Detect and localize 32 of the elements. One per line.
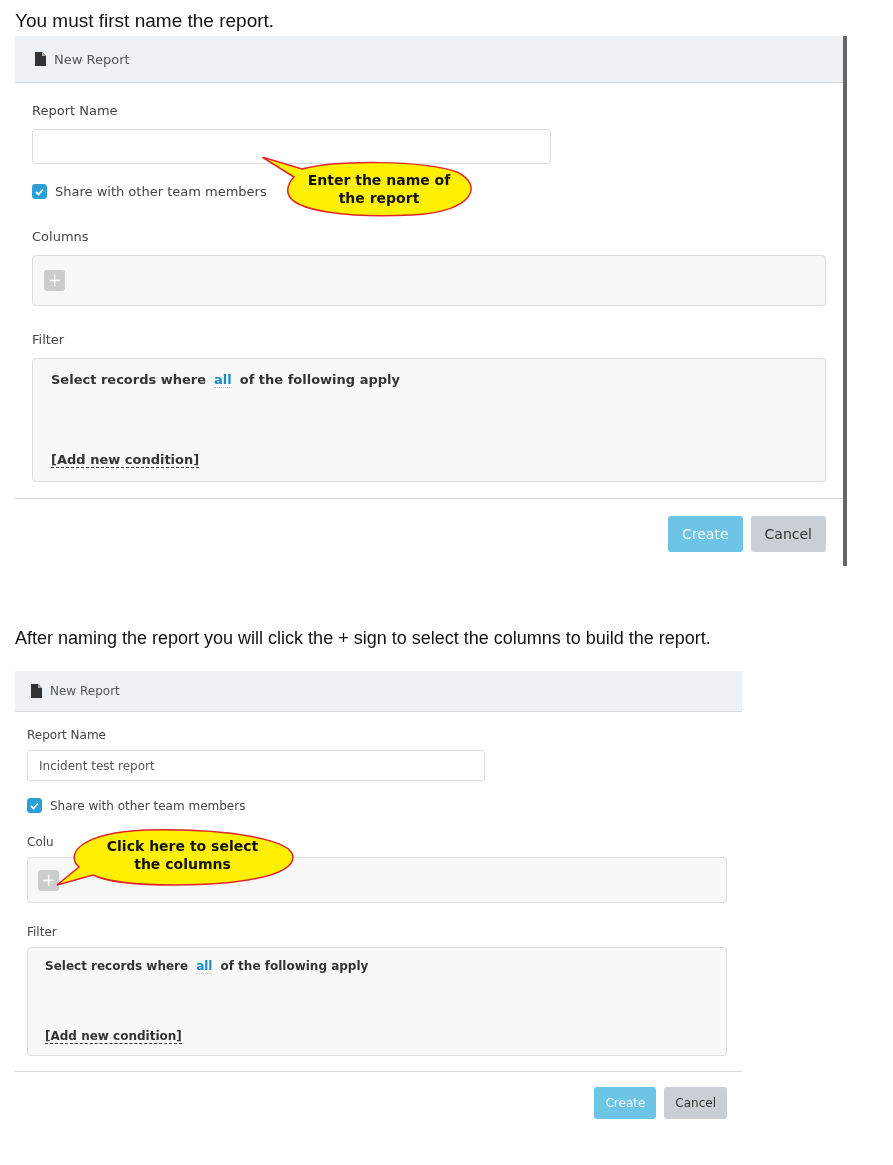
- check-icon: [35, 187, 44, 196]
- report-name-field[interactable]: [32, 129, 551, 164]
- field-label: Report Name: [32, 103, 118, 118]
- field-label: Columns: [32, 229, 89, 244]
- instruction-text: You must first name the report.: [15, 10, 276, 32]
- instruction-text: After naming the report you will click the + sign to select the columns to build the report.: [15, 628, 712, 649]
- filter-text: of the following apply: [239, 372, 400, 388]
- document-icon: [31, 684, 42, 698]
- match-mode-link[interactable]: all: [196, 959, 213, 974]
- document-icon: [35, 52, 46, 66]
- match-mode-link[interactable]: all: [214, 372, 232, 388]
- filter-text: of the following apply: [220, 959, 369, 974]
- cancel-button[interactable]: Cancel: [750, 516, 826, 552]
- filter-text: Select records where: [51, 372, 207, 388]
- dialog-title: New Report: [50, 684, 120, 698]
- check-icon: [30, 801, 39, 810]
- checkbox[interactable]: [27, 798, 42, 813]
- dialog-title: New Report: [54, 51, 130, 67]
- add-condition-link[interactable]: [Add new condition]: [45, 1029, 182, 1044]
- field-label: Colu: [27, 835, 54, 849]
- checkbox-label: Share with other team members: [50, 798, 246, 813]
- field-label: Filter: [32, 332, 65, 347]
- cancel-button[interactable]: Cancel: [664, 1087, 727, 1119]
- callout-tooltip: Click here to select the columns: [55, 829, 295, 887]
- field-label: Report Name: [27, 728, 106, 742]
- filter-text: Select records where: [45, 959, 189, 974]
- create-button[interactable]: Create: [594, 1087, 657, 1119]
- checkbox[interactable]: [32, 184, 47, 199]
- add-condition-link[interactable]: [Add new condition]: [51, 452, 200, 468]
- report-name-field[interactable]: Incident test report: [27, 750, 485, 781]
- create-button[interactable]: Create: [668, 516, 743, 552]
- field-label: Filter: [27, 925, 57, 939]
